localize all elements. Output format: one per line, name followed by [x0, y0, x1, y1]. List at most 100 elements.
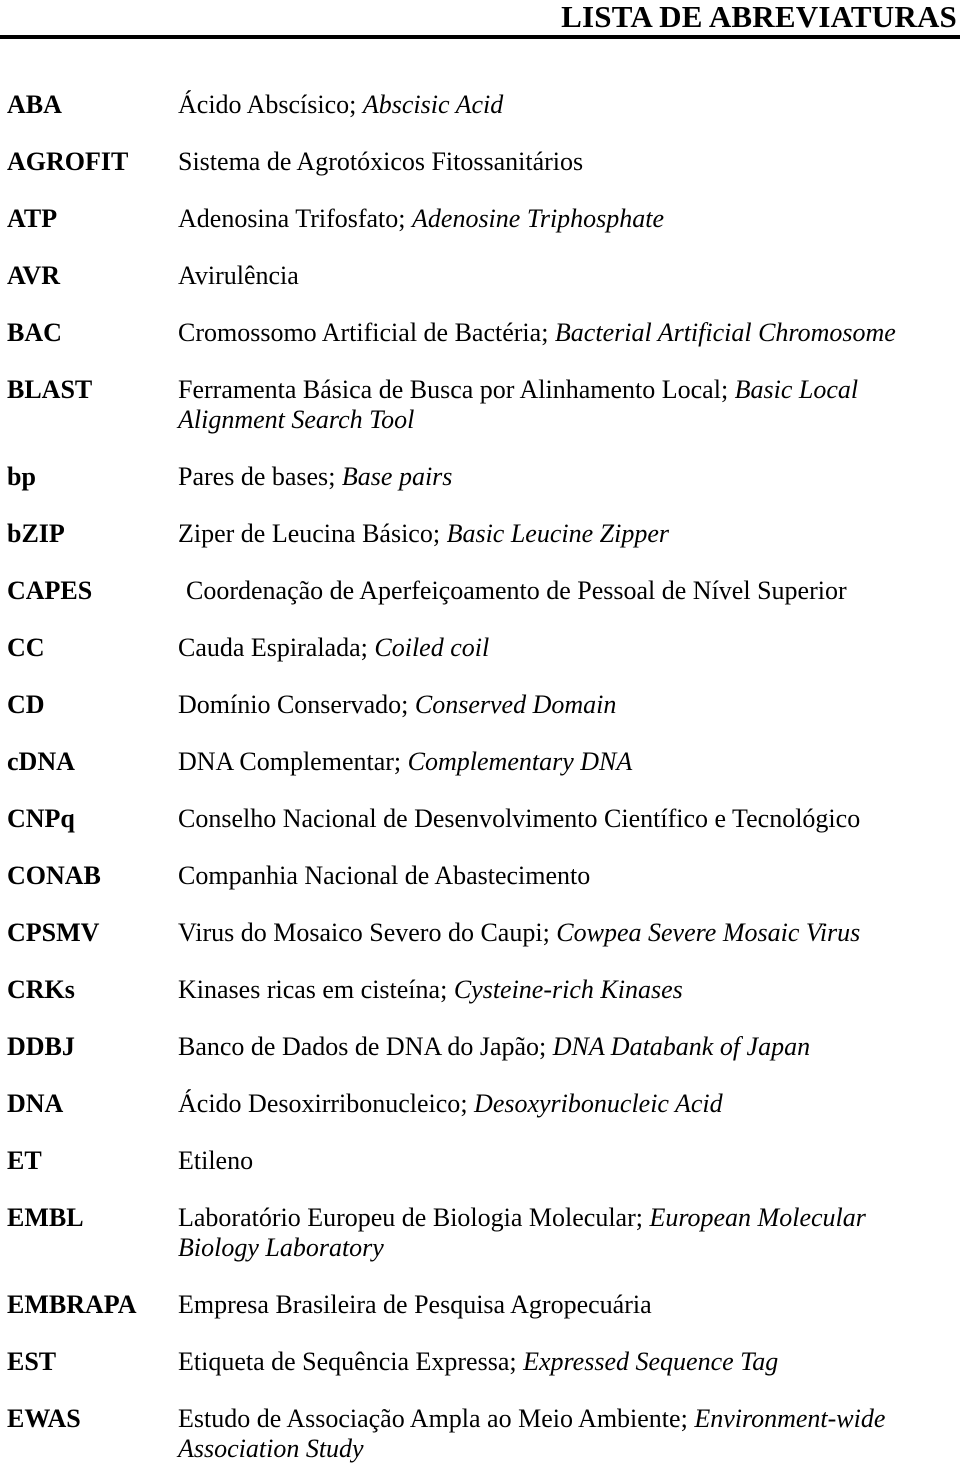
abbreviation-entry: cDNA DNA Complementar; Complementary DNA — [0, 747, 960, 804]
abbreviation-term: EMBRAPA — [7, 1290, 137, 1319]
page-title: LISTA DE ABREVIATURAS — [561, 0, 957, 34]
abbreviation-term: BAC — [7, 318, 62, 347]
abbreviation-definition: Etiqueta de Sequência Expressa; Expresse… — [178, 1347, 948, 1377]
abbreviation-definition: Cromossomo Artificial de Bactéria; Bacte… — [178, 318, 948, 348]
abbreviation-term: EWAS — [7, 1404, 81, 1433]
abbreviation-term: bZIP — [7, 519, 65, 548]
abbreviation-entry: DDBJ Banco de Dados de DNA do Japão; DNA … — [0, 1032, 960, 1089]
definition-english: Desoxyribonucleic Acid — [474, 1089, 723, 1118]
abbreviation-term: CNPq — [7, 804, 75, 833]
abbreviation-definition: Ácido Abscísico; Abscisic Acid — [178, 90, 948, 120]
abbreviation-entry: BAC Cromossomo Artificial de Bactéria; Ba… — [0, 318, 960, 375]
definition-portuguese: Ácido Desoxirribonucleico — [178, 1089, 461, 1118]
definition-separator: ; — [440, 975, 454, 1004]
definition-english: Conserved Domain — [414, 690, 617, 719]
abbreviation-entry: AGROFIT Sistema de Agrotóxicos Fitossanit… — [0, 147, 960, 204]
abbreviation-term: CRKs — [7, 975, 75, 1004]
definition-separator: ; — [393, 747, 408, 776]
abbreviation-definition: Virus do Mosaico Severo do Caupi; Cowpea… — [178, 918, 948, 948]
definition-english: Cysteine-rich Kinases — [453, 975, 683, 1004]
abbreviation-definition: Banco de Dados de DNA do Japão; DNA Data… — [178, 1032, 948, 1062]
definition-english: Adenosine Triphosphate — [412, 204, 665, 233]
definition-portuguese: Etileno — [178, 1146, 254, 1175]
abbreviation-list: ABA Ácido Abscísico; Abscisic Acid AGROFIT… — [0, 90, 960, 1464]
abbreviation-term: EST — [7, 1347, 57, 1376]
definition-portuguese: Adenosina Trifosfato — [178, 204, 399, 233]
abbreviation-definition: Ferramenta Básica de Busca por Alinhamen… — [178, 375, 948, 435]
header-divider — [0, 35, 960, 39]
definition-separator: ; — [541, 318, 555, 347]
abbreviation-entry: DNA Ácido Desoxirribonucleico; Desoxyribo… — [0, 1089, 960, 1146]
abbreviation-entry: EMBL Laboratório Europeu de Biologia Mole… — [0, 1203, 960, 1263]
definition-portuguese: Domínio Conservado — [178, 690, 402, 719]
abbreviation-entry: bp Pares de bases; Base pairs — [0, 462, 960, 519]
abbreviation-definition: Etileno — [178, 1146, 948, 1176]
abbreviation-term: BLAST — [7, 375, 93, 404]
definition-portuguese: Pares de bases — [178, 462, 329, 491]
document-page: LISTA DE ABREVIATURAS ABA Ácido Abscísico… — [0, 0, 960, 1474]
definition-portuguese: Cromossomo Artificial de Bactéria — [178, 318, 542, 347]
definition-portuguese: Virus do Mosaico Severo do Caupi — [178, 918, 543, 947]
abbreviation-definition: Empresa Brasileira de Pesquisa Agropecuá… — [178, 1290, 948, 1320]
abbreviation-definition: Avirulência — [178, 261, 948, 291]
definition-portuguese: Coordenação de Aperfeiçoamento de Pessoa… — [186, 576, 847, 605]
definition-portuguese: Sistema de Agrotóxicos Fitossanitários — [178, 147, 584, 176]
definition-portuguese: Estudo de Associação Ampla ao Meio Ambie… — [178, 1404, 681, 1433]
definition-english: Cowpea Severe Mosaic Virus — [556, 918, 861, 947]
definition-portuguese: Avirulência — [178, 261, 299, 290]
definition-separator: ; — [509, 1347, 524, 1376]
definition-portuguese: Conselho Nacional de Desenvolvimento Cie… — [178, 804, 861, 833]
abbreviation-term: bp — [7, 462, 36, 491]
abbreviation-entry: ABA Ácido Abscísico; Abscisic Acid — [0, 90, 960, 147]
abbreviation-definition: Domínio Conservado; Conserved Domain — [178, 690, 948, 720]
abbreviation-entry: ATP Adenosina Trifosfato; Adenosine Triph… — [0, 204, 960, 261]
definition-english: Expressed Sequence Tag — [523, 1347, 779, 1376]
abbreviation-entry: CNPq Conselho Nacional de Desenvolvimento… — [0, 804, 960, 861]
definition-portuguese: Ziper de Leucina Básico — [178, 519, 433, 548]
page-header: LISTA DE ABREVIATURAS — [0, 0, 960, 39]
abbreviation-definition: Sistema de Agrotóxicos Fitossanitários — [178, 147, 948, 177]
definition-separator: ; — [401, 690, 415, 719]
abbreviation-entry: CD Domínio Conservado; Conserved Domain — [0, 690, 960, 747]
definition-separator: ; — [460, 1089, 475, 1118]
abbreviation-term: cDNA — [7, 747, 75, 776]
abbreviation-definition: Conselho Nacional de Desenvolvimento Cie… — [178, 804, 948, 834]
abbreviation-term: CONAB — [7, 861, 101, 890]
abbreviation-term: CPSMV — [7, 918, 100, 947]
abbreviation-entry: ET Etileno — [0, 1146, 960, 1203]
definition-english: Complementary DNA — [407, 747, 633, 776]
definition-english: Base pairs — [341, 462, 453, 491]
definition-portuguese: Empresa Brasileira de Pesquisa Agropecuá… — [178, 1290, 652, 1319]
abbreviation-term: ABA — [7, 90, 62, 119]
abbreviation-term: EMBL — [7, 1203, 84, 1232]
definition-portuguese: Ácido Abscísico — [178, 90, 350, 119]
abbreviation-entry: bZIP Ziper de Leucina Básico; Basic Leuci… — [0, 519, 960, 576]
definition-english: Abscisic Acid — [362, 90, 504, 119]
abbreviation-entry: EWAS Estudo de Associação Ampla ao Meio A… — [0, 1404, 960, 1464]
abbreviation-definition: Cauda Espiralada; Coiled coil — [178, 633, 948, 663]
definition-separator: ; — [542, 918, 557, 947]
abbreviation-term: CC — [7, 633, 45, 662]
abbreviation-entry: CPSMV Virus do Mosaico Severo do Caupi; C… — [0, 918, 960, 975]
abbreviation-entry: AVR Avirulência — [0, 261, 960, 318]
abbreviation-term: CD — [7, 690, 45, 719]
abbreviation-entry: CRKs Kinases ricas em cisteína; Cysteine-… — [0, 975, 960, 1032]
abbreviation-definition: Kinases ricas em cisteína; Cysteine-rich… — [178, 975, 948, 1005]
definition-separator: ; — [720, 375, 735, 404]
definition-portuguese: Companhia Nacional de Abastecimento — [178, 861, 591, 890]
abbreviation-entry: CAPES Coordenação de Aperfeiçoamento de P… — [0, 576, 960, 633]
definition-portuguese: Laboratório Europeu de Biologia Molecula… — [178, 1203, 636, 1232]
abbreviation-entry: CONAB Companhia Nacional de Abastecimento — [0, 861, 960, 918]
definition-separator: ; — [398, 204, 413, 233]
definition-separator: ; — [432, 519, 447, 548]
definition-separator: ; — [680, 1404, 695, 1433]
abbreviation-definition: Companhia Nacional de Abastecimento — [178, 861, 948, 891]
abbreviation-term: CAPES — [7, 576, 93, 605]
definition-english: Basic Leucine Zipper — [446, 519, 669, 548]
definition-separator: ; — [635, 1203, 650, 1232]
definition-separator: ; — [349, 90, 363, 119]
definition-english: Coiled coil — [374, 633, 490, 662]
abbreviation-definition: Ácido Desoxirribonucleico; Desoxyribonuc… — [178, 1089, 948, 1119]
definition-portuguese: Etiqueta de Sequência Expressa — [178, 1347, 510, 1376]
definition-portuguese: DNA Complementar — [178, 747, 394, 776]
